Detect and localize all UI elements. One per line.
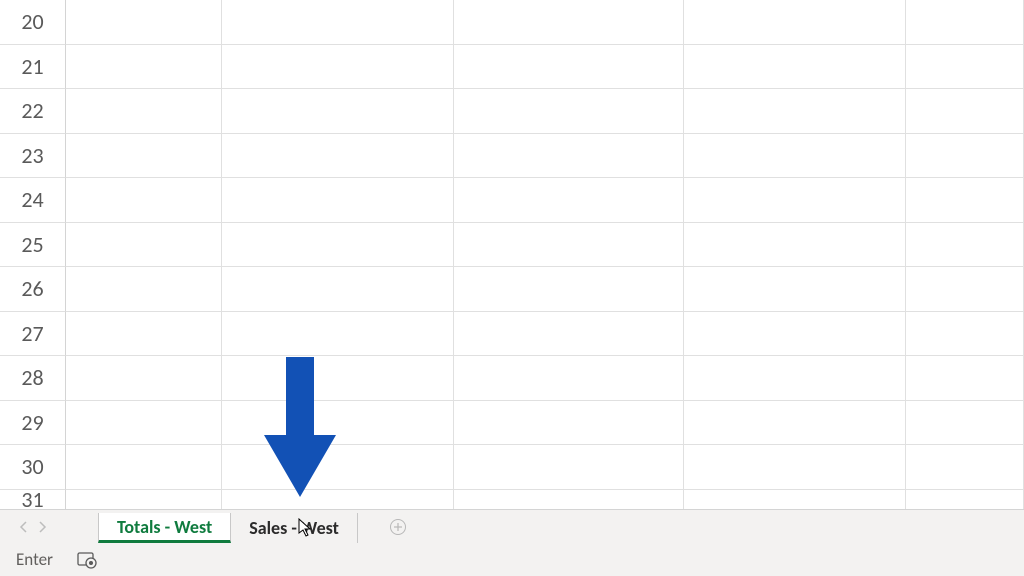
grid-row: 21 [0, 45, 1024, 90]
spreadsheet-grid[interactable]: 202122232425262728293031 [0, 0, 1024, 509]
sheet-tab-totals-west[interactable]: Totals - West [98, 513, 231, 543]
grid-cell[interactable] [906, 0, 1024, 45]
grid-cell[interactable] [454, 89, 684, 134]
sheet-tab-label: Totals - West [117, 516, 212, 538]
grid-cell[interactable] [684, 223, 906, 268]
grid-row: 31 [0, 490, 1024, 510]
grid-cell[interactable] [684, 490, 906, 510]
macro-recording-icon[interactable] [77, 550, 97, 570]
grid-cell[interactable] [454, 134, 684, 179]
grid-cell[interactable] [222, 356, 454, 401]
grid-cell[interactable] [454, 223, 684, 268]
grid-cell[interactable] [684, 356, 906, 401]
grid-cell[interactable] [66, 356, 222, 401]
row-header[interactable]: 31 [0, 490, 66, 510]
row-header[interactable]: 26 [0, 267, 66, 312]
grid-cell[interactable] [222, 445, 454, 490]
row-header[interactable]: 20 [0, 0, 66, 45]
grid-cell[interactable] [66, 134, 222, 179]
sheet-tabs-container: Totals - West Sales - West [98, 510, 358, 543]
status-mode-text: Enter [16, 549, 53, 570]
grid-cell[interactable] [684, 134, 906, 179]
grid-cell[interactable] [222, 0, 454, 45]
grid-cell[interactable] [454, 490, 684, 510]
grid-cell[interactable] [684, 89, 906, 134]
grid-cell[interactable] [906, 490, 1024, 510]
grid-container: 202122232425262728293031 [0, 0, 1024, 509]
grid-cell[interactable] [222, 45, 454, 90]
tab-nav-buttons [0, 520, 58, 534]
grid-row: 23 [0, 134, 1024, 179]
row-header[interactable]: 29 [0, 401, 66, 446]
grid-row: 24 [0, 178, 1024, 223]
grid-cell[interactable] [222, 401, 454, 446]
grid-cell[interactable] [906, 45, 1024, 90]
grid-row: 29 [0, 401, 1024, 446]
grid-cell[interactable] [454, 267, 684, 312]
grid-cell[interactable] [906, 267, 1024, 312]
grid-cell[interactable] [454, 0, 684, 45]
grid-cell[interactable] [66, 0, 222, 45]
grid-cell[interactable] [684, 312, 906, 357]
grid-cell[interactable] [684, 0, 906, 45]
grid-cell[interactable] [66, 223, 222, 268]
grid-cell[interactable] [906, 134, 1024, 179]
sheet-tab-label: Sales - West [249, 517, 339, 539]
grid-cell[interactable] [66, 267, 222, 312]
grid-cell[interactable] [454, 312, 684, 357]
grid-cell[interactable] [906, 401, 1024, 446]
row-header[interactable]: 24 [0, 178, 66, 223]
grid-cell[interactable] [222, 178, 454, 223]
grid-cell[interactable] [454, 356, 684, 401]
grid-cell[interactable] [906, 312, 1024, 357]
grid-cell[interactable] [222, 223, 454, 268]
grid-cell[interactable] [222, 312, 454, 357]
grid-cell[interactable] [684, 267, 906, 312]
grid-row: 30 [0, 445, 1024, 490]
grid-row: 22 [0, 89, 1024, 134]
grid-cell[interactable] [66, 490, 222, 510]
row-header[interactable]: 23 [0, 134, 66, 179]
grid-cell[interactable] [906, 445, 1024, 490]
grid-cell[interactable] [454, 45, 684, 90]
row-header[interactable]: 27 [0, 312, 66, 357]
grid-cell[interactable] [454, 401, 684, 446]
grid-cell[interactable] [906, 356, 1024, 401]
grid-cell[interactable] [222, 267, 454, 312]
status-bar: Enter [0, 543, 1024, 576]
grid-cell[interactable] [684, 401, 906, 446]
grid-cell[interactable] [66, 45, 222, 90]
grid-row: 26 [0, 267, 1024, 312]
grid-cell[interactable] [454, 445, 684, 490]
row-header[interactable]: 25 [0, 223, 66, 268]
grid-cell[interactable] [906, 223, 1024, 268]
new-sheet-button[interactable] [378, 512, 418, 542]
grid-cell[interactable] [684, 45, 906, 90]
grid-cell[interactable] [66, 312, 222, 357]
sheet-tabs-bar: Totals - West Sales - West [0, 509, 1024, 543]
row-header[interactable]: 28 [0, 356, 66, 401]
grid-cell[interactable] [684, 445, 906, 490]
row-header[interactable]: 22 [0, 89, 66, 134]
grid-row: 20 [0, 0, 1024, 45]
grid-cell[interactable] [906, 178, 1024, 223]
grid-cell[interactable] [66, 89, 222, 134]
grid-cell[interactable] [66, 178, 222, 223]
grid-row: 25 [0, 223, 1024, 268]
grid-cell[interactable] [222, 89, 454, 134]
row-header[interactable]: 30 [0, 445, 66, 490]
grid-cell[interactable] [66, 401, 222, 446]
row-header[interactable]: 21 [0, 45, 66, 90]
grid-cell[interactable] [222, 134, 454, 179]
grid-row: 27 [0, 312, 1024, 357]
grid-cell[interactable] [906, 89, 1024, 134]
grid-cell[interactable] [454, 178, 684, 223]
grid-cell[interactable] [222, 490, 454, 510]
tab-nav-prev[interactable] [18, 520, 28, 534]
grid-cell[interactable] [66, 445, 222, 490]
tab-nav-next[interactable] [38, 520, 48, 534]
grid-row: 28 [0, 356, 1024, 401]
grid-cell[interactable] [684, 178, 906, 223]
sheet-tab-sales-west[interactable]: Sales - West [231, 513, 358, 543]
